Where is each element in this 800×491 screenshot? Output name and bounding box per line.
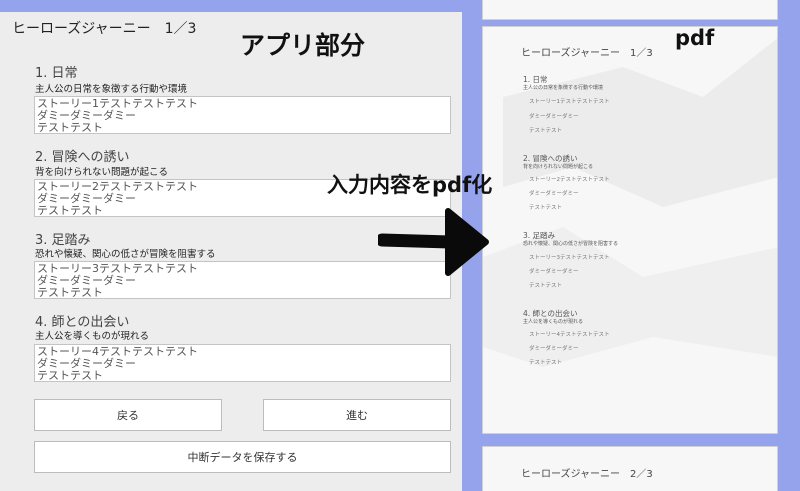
pdf-section-description: 背を向けられない問題が起こる — [523, 164, 594, 170]
pdf-page-title: ヒーローズジャーニー 2／3 — [521, 469, 653, 480]
pdf-page-1: ヒーローズジャーニー 1／3 1. 日常 主人公の日常を象徴する行動や環境 スト… — [482, 26, 778, 434]
next-button[interactable]: 進む — [263, 399, 451, 431]
pdf-page-2: ヒーローズジャーニー 2／3 — [482, 446, 778, 491]
save-progress-button[interactable]: 中断データを保存する — [34, 441, 451, 473]
pdf-section-line: ストーリー4テストテストテスト — [529, 332, 610, 338]
pdf-page-previous — [482, 0, 778, 20]
section-4-input[interactable]: ストーリー4テストテストテスト ダミーダミーダミー テストテスト — [34, 344, 451, 382]
section-heading: 1. 日常 — [35, 66, 78, 81]
pdf-section-description: 主人公を導くものが現れる — [523, 319, 584, 325]
pdf-section-line: テストテスト — [529, 205, 563, 211]
section-description: 背を向けられない問題が起こる — [35, 167, 169, 178]
pdf-page-title: ヒーローズジャーニー 1／3 — [521, 48, 653, 59]
app-title: ヒーローズジャーニー 1／3 — [12, 21, 197, 37]
pdf-section-line: ストーリー1テストテストテスト — [529, 99, 610, 105]
app-caption: アプリ部分 — [240, 31, 366, 60]
right-arrow-icon — [378, 208, 489, 276]
pdf-section-line: テストテスト — [529, 360, 563, 366]
pdf-section-line: ストーリー2テストテストテスト — [529, 177, 610, 183]
pdf-section-line: ダミーダミーダミー — [529, 269, 579, 275]
pdf-section-line: ダミーダミーダミー — [529, 114, 579, 120]
back-button[interactable]: 戻る — [34, 399, 222, 431]
pdf-section-line: ダミーダミーダミー — [529, 191, 579, 197]
section-description: 主人公の日常を象徴する行動や環境 — [35, 84, 188, 95]
section-description: 主人公を導くものが現れる — [35, 331, 150, 342]
pdf-section-line: テストテスト — [529, 283, 563, 289]
pdf-caption: pdf — [675, 26, 715, 50]
pdf-section-line: ダミーダミーダミー — [529, 346, 579, 352]
convert-caption: 入力内容をpdf化 — [327, 173, 493, 197]
pdf-section-line: テストテスト — [529, 128, 563, 134]
section-heading: 2. 冒険への誘い — [35, 150, 130, 165]
pdf-section-description: 主人公の日常を象徴する行動や環境 — [523, 85, 604, 91]
section-description: 恐れや懐疑、関心の低さが冒険を阻害する — [35, 249, 216, 260]
pdf-section-line: ストーリー3テストテストテスト — [529, 255, 610, 261]
pdf-preview[interactable]: ヒーローズジャーニー 1／3 1. 日常 主人公の日常を象徴する行動や環境 スト… — [470, 0, 800, 491]
pdf-section-description: 恐れや懐疑、関心の低さが冒険を阻害する — [523, 241, 619, 247]
section-1-input[interactable]: ストーリー1テストテストテスト ダミーダミーダミー テストテスト — [34, 96, 451, 134]
